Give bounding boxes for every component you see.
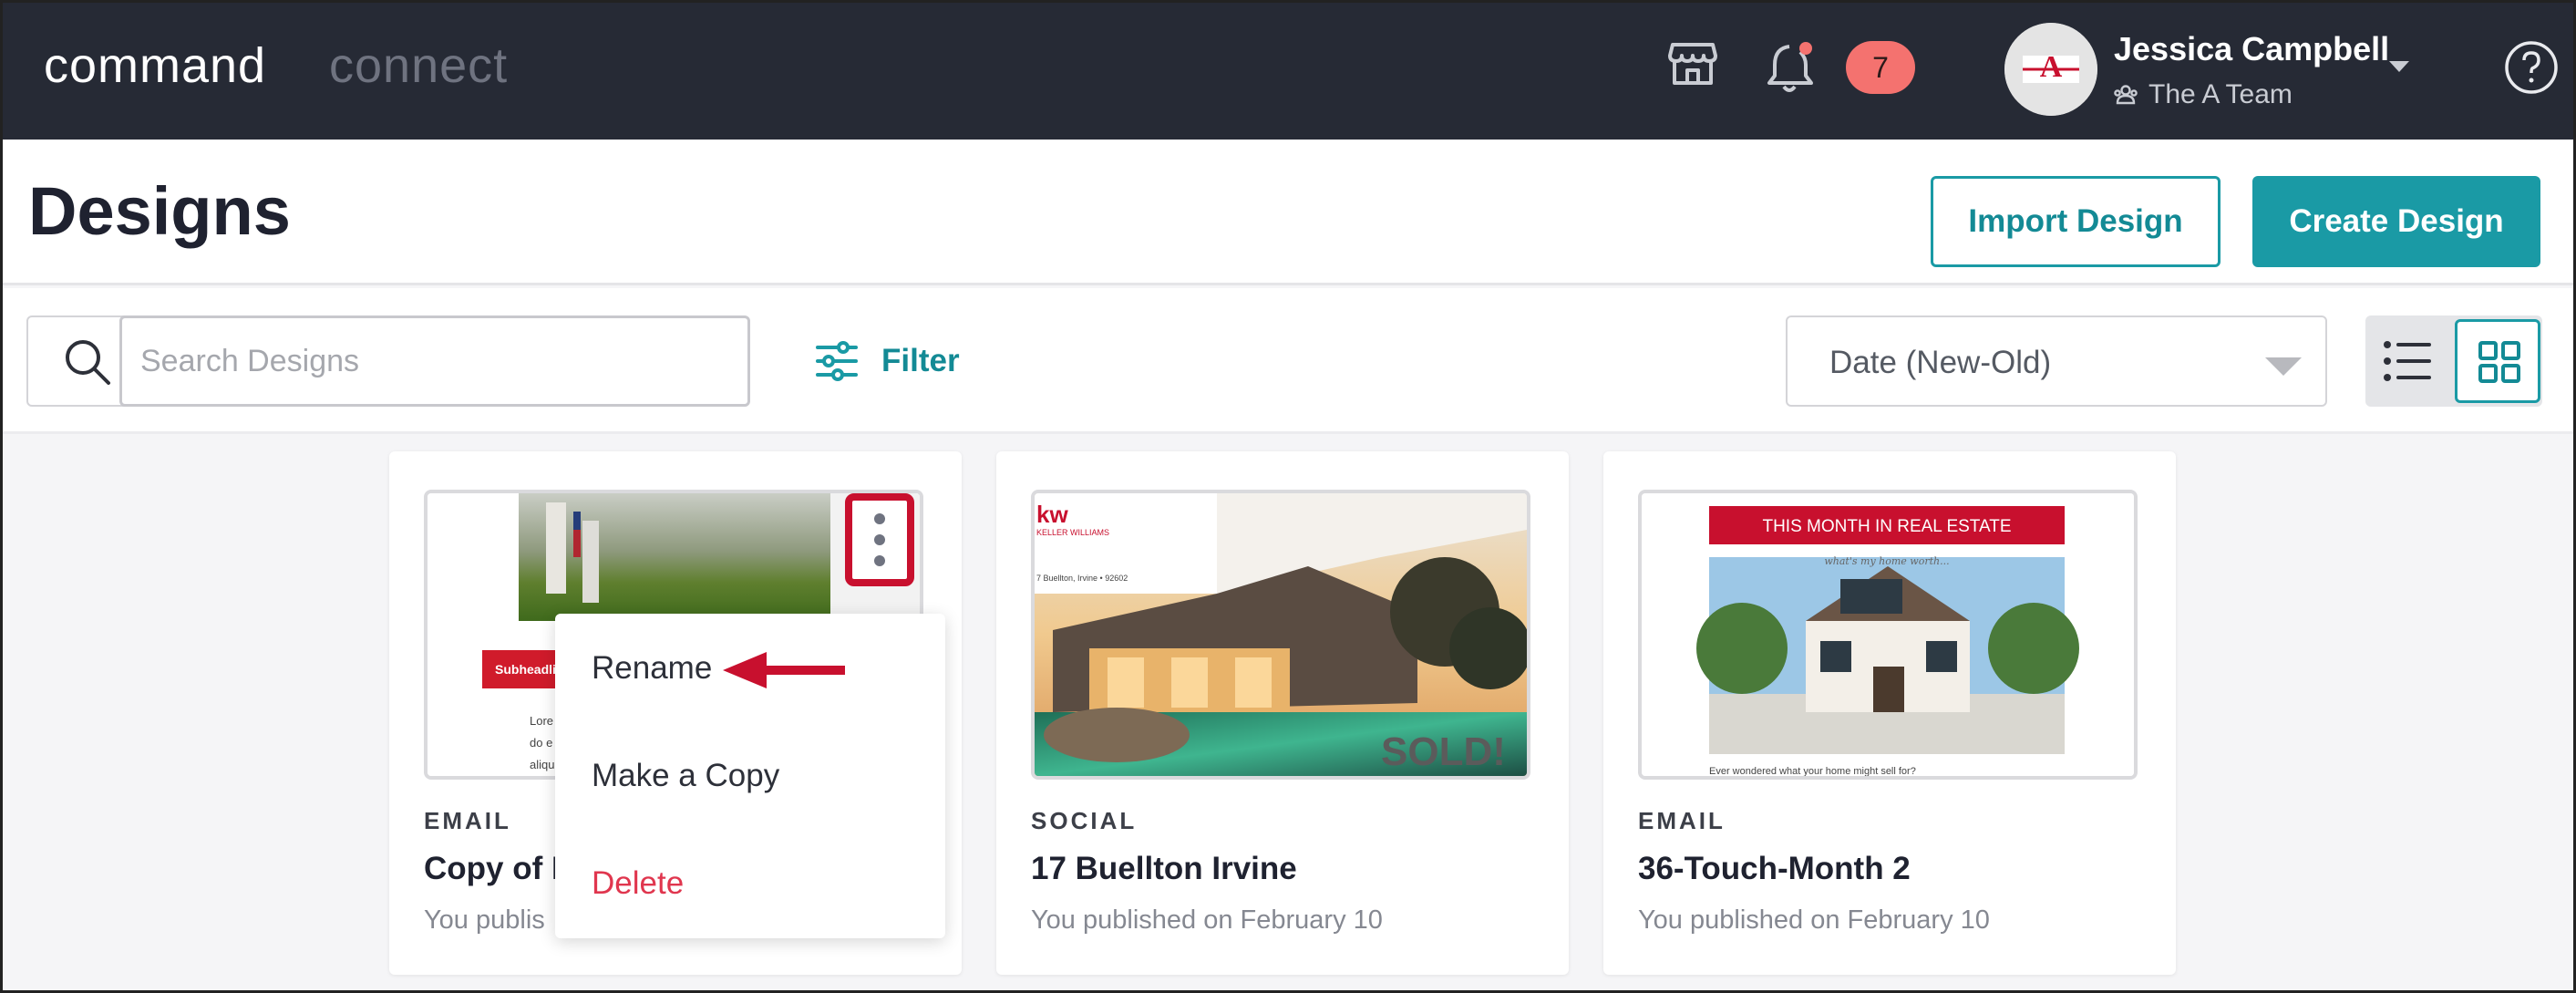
pointer-arrow-icon [723,652,845,688]
store-icon[interactable] [1667,37,1718,88]
create-design-button[interactable]: Create Design [2252,176,2540,267]
avatar[interactable]: A [2004,23,2097,116]
design-title[interactable]: Copy of I [424,851,561,887]
bell-icon[interactable] [1764,39,1819,96]
filter-label: Filter [881,343,960,378]
search-box [26,315,750,407]
design-thumbnail[interactable]: SOLD! kw KELLER WILLIAMS 7 Buellton, Irv… [1031,490,1530,780]
thumbnail-text-line: do e [530,736,553,750]
menu-item-delete[interactable]: Delete [592,865,684,902]
menu-item-make-copy[interactable]: Make a Copy [592,758,779,794]
chevron-down-icon[interactable] [2389,61,2409,72]
caret-down-icon [2265,357,2302,376]
list-view-icon[interactable] [2382,337,2433,385]
search-input[interactable] [119,315,750,407]
brand-connect-link[interactable]: connect [329,37,508,94]
designs-toolbar: Filter Date (New-Old) [3,288,2573,434]
design-type-label: EMAIL [424,807,511,834]
team-name: The A Team [2148,79,2293,109]
design-published-date: You published on February 10 [1031,905,1383,935]
avatar-logo-text: A [2039,50,2063,84]
sort-value: Date (New-Old) [1829,345,2052,380]
filter-sliders-icon [816,341,858,381]
kebab-dot [874,534,885,545]
top-nav-bar: command connect 7 A Jessica Campbell The… [3,3,2573,140]
social-thumbnail-graphic: SOLD! kw KELLER WILLIAMS 7 Buellton, Irv… [1035,493,1527,776]
design-type-label: EMAIL [1638,807,1726,834]
user-name[interactable]: Jessica Campbell [2114,30,2389,68]
design-title[interactable]: 36-Touch-Month 2 [1638,851,1911,887]
design-card[interactable]: THIS MONTH IN REAL ESTATE what's my home… [1603,451,2176,975]
search-icon [66,340,110,385]
email-thumbnail-graphic: THIS MONTH IN REAL ESTATE what's my home… [1642,493,2134,776]
notification-count-badge[interactable]: 7 [1846,41,1915,94]
design-type-label: SOCIAL [1031,807,1138,834]
view-mode-toggle [2365,315,2542,407]
more-options-button[interactable] [845,493,914,586]
page-title: Designs [28,173,291,249]
sort-select[interactable]: Date (New-Old) [1786,315,2327,407]
filter-button[interactable]: Filter [814,334,960,388]
brand-logo-text: kw [1036,501,1068,528]
grid-view-button[interactable] [2455,319,2540,403]
team-icon [2114,85,2138,105]
design-thumbnail[interactable]: THIS MONTH IN REAL ESTATE what's my home… [1638,490,2138,780]
design-card[interactable]: SOLD! kw KELLER WILLIAMS 7 Buellton, Irv… [996,451,1569,975]
design-published-date: You published on February 10 [1638,905,1990,935]
thumbnail-script-text: what's my home worth... [1824,555,1949,567]
brand-command-link[interactable]: command [44,37,266,94]
brand-subtitle-text: KELLER WILLIAMS [1036,528,1109,537]
design-title[interactable]: 17 Buellton Irvine [1031,851,1297,887]
kebab-dot [874,555,885,566]
page-header: Designs Import Design Create Design [3,140,2573,285]
app-window: command connect 7 A Jessica Campbell The… [0,0,2576,993]
grid-view-icon [2478,341,2520,383]
thumbnail-body-text: Lore do e aliqu [530,710,554,776]
import-design-button[interactable]: Import Design [1931,176,2221,267]
sold-overlay-text: SOLD! [1381,729,1506,774]
kebab-dot [874,513,885,524]
thumbnail-footer-text: Ever wondered what your home might sell … [1709,766,1916,776]
address-text: 7 Buellton, Irvine • 92602 [1036,574,1128,583]
thumbnail-text-line: aliqu [530,758,555,771]
thumbnail-text-line: Lore [530,714,554,728]
design-published-date: You publis [424,905,545,935]
help-icon[interactable] [2504,40,2559,95]
menu-item-rename[interactable]: Rename [592,650,712,687]
thumbnail-subheadline-badge: Subheadli [482,650,564,688]
thumbnail-banner-text: THIS MONTH IN REAL ESTATE [1762,517,2011,536]
